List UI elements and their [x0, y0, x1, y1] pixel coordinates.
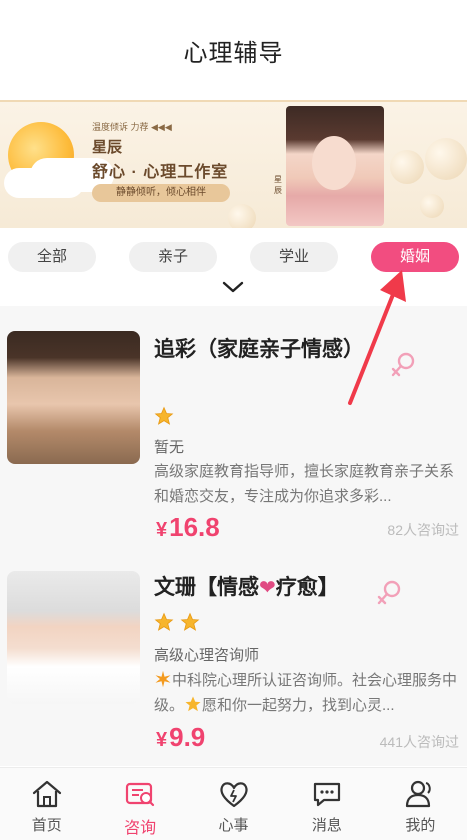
heart-icon: ❤	[259, 577, 276, 599]
chevron-down-icon[interactable]	[221, 278, 245, 296]
counselor-price: ¥16.8	[156, 512, 220, 542]
tab-study[interactable]: 学业	[250, 242, 338, 272]
heart-icon	[219, 782, 248, 808]
counselor-description: 高级家庭教育指导师，擅长家庭教育亲子关系和婚恋交友，专注成为你追求多彩...	[154, 463, 455, 505]
sparkle-icon	[155, 670, 171, 688]
nav-mine[interactable]: 我的	[374, 768, 467, 840]
counselor-photo	[7, 571, 140, 704]
rating-stars	[154, 406, 174, 428]
ball-decoration	[420, 194, 444, 218]
counselor-title: 高级心理咨询师	[154, 647, 260, 664]
nav-home[interactable]: 首页	[0, 768, 93, 840]
nav-heart[interactable]: 心事	[187, 768, 280, 840]
counselor-price: ¥9.9	[156, 722, 206, 752]
counselor-card[interactable]: 文珊【情感❤疗愈】 高级心理咨询师 中科院心理所认证咨询师。社会心理服务中级。愿…	[0, 552, 467, 780]
banner-title: 星辰	[92, 139, 123, 156]
page-header: 心理辅导	[0, 0, 467, 100]
star-icon	[185, 696, 201, 712]
annotation-arrow	[348, 270, 406, 405]
star-icon	[154, 406, 174, 425]
message-icon	[313, 782, 341, 807]
banner-subtitle: 舒心 · 心理工作室	[92, 164, 229, 181]
tab-all[interactable]: 全部	[8, 242, 96, 272]
tab-parenting[interactable]: 亲子	[129, 242, 217, 272]
banner-tagline: 静静倾听，倾心相伴	[92, 184, 230, 202]
nav-consult[interactable]: 咨询	[93, 768, 186, 840]
counselor-photo	[7, 331, 140, 464]
rating-stars	[154, 612, 200, 634]
counselor-description: 中科院心理所认证咨询师。社会心理服务中级。 愿和你一起努力，找到心灵...	[154, 670, 458, 714]
consult-icon	[126, 782, 155, 807]
ball-decoration	[390, 150, 424, 184]
consult-count: 82人咨询过	[387, 522, 459, 538]
bottom-nav: 首页 咨询 心事 消息 我的	[0, 767, 467, 840]
consult-count: 441人咨询过	[379, 734, 459, 750]
star-icon	[180, 612, 200, 631]
counselor-title: 暂无	[154, 439, 185, 456]
banner-photo	[286, 106, 384, 226]
promo-banner[interactable]: 温度倾诉 力荐 ◀◀◀ 星辰 舒心 · 心理工作室 静静倾听，倾心相伴 星辰	[0, 100, 467, 228]
banner-small-text: 温度倾诉 力荐 ◀◀◀	[92, 122, 172, 132]
home-icon	[32, 780, 61, 808]
page-title: 心理辅导	[183, 39, 284, 67]
female-icon	[377, 580, 401, 605]
nav-messages[interactable]: 消息	[280, 768, 373, 840]
star-icon	[154, 612, 174, 631]
ball-decoration	[425, 138, 467, 180]
cloud-decoration	[4, 168, 84, 198]
banner-vertical-text: 星辰	[274, 175, 282, 195]
user-icon	[406, 780, 432, 808]
ball-decoration	[228, 204, 256, 228]
